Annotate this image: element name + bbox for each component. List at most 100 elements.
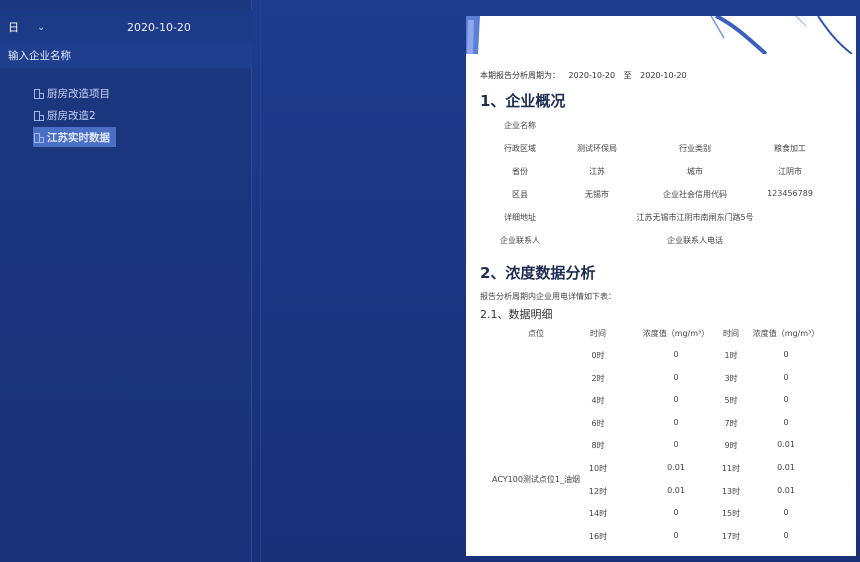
industry-value: 粮食加工 [774,144,806,153]
value-cell: 0 [673,508,679,518]
table-row: 0时 0 1时 0 [466,346,856,369]
building-icon [33,110,44,121]
report-period-line: 本期报告分析周期为： 2020-10-20 至 2020-10-20 [480,70,693,81]
time-cell: 17时 [721,531,741,541]
admin-area-label: 行政区域 [504,144,536,153]
tree-item-label: 江苏实时数据 [47,131,110,144]
county-label: 区县 [512,190,528,199]
table-row: 6时 0 7时 0 [466,414,856,437]
date-picker-row: 日 ⌄ 2020-10-20 [0,10,252,44]
value-cell: 0 [673,372,679,382]
header-time-2: 时间 [723,329,739,338]
value-cell: 0 [673,417,679,427]
tree-item-label: 厨房改造项目 [47,87,110,100]
overview-row: 详细地址 江苏无锡市江阴市南闸东门路5号 [480,212,842,235]
credit-code-value: 123456789 [767,189,813,198]
value-cell: 0 [783,417,789,427]
company-search-input[interactable] [0,44,252,68]
value-cell: 0.01 [667,485,685,495]
section-2-title: 2、浓度数据分析 [480,264,596,282]
subsection-title: 2.1、数据明细 [480,308,553,321]
address-label: 详细地址 [504,213,536,222]
city-value: 江阴市 [778,167,802,176]
time-cell: 10时 [588,463,608,473]
table-row: 16时 0 17时 0 [466,527,856,550]
company-tree: 厨房改造项目 厨房改造2 江苏实时数据 [33,83,116,149]
overview-row: 省份 江苏 城市 江阴市 [480,166,842,189]
value-cell: 0.01 [667,462,685,472]
time-cell: 15时 [721,509,741,519]
time-cell: 4时 [591,396,605,406]
time-cell: 0时 [591,351,605,360]
time-cell: 14时 [588,509,608,519]
time-cell: 9时 [724,441,738,451]
period-end: 2020-10-20 [640,71,687,80]
header-time-1: 时间 [590,329,606,338]
tree-item-label: 厨房改造2 [47,109,96,122]
contact-label: 企业联系人 [500,236,540,245]
time-cell: 5时 [724,396,738,406]
report-document: 本期报告分析周期为： 2020-10-20 至 2020-10-20 1、企业概… [466,16,856,556]
company-overview-table: 企业名称 行政区域 测试环保局 行业类别 粮食加工 省份 江苏 城市 江阴市 区… [480,120,842,258]
time-cell: 11时 [721,463,741,473]
table-body: 0时 0 1时 0 2时 0 3时 0 4时 0 5时 0 6时 0 7时 0 8时 0 9时 0.01 10时 0.01… [466,346,856,549]
value-cell: 0 [673,440,679,450]
search-row [0,44,252,68]
value-cell: 0 [673,395,679,405]
value-cell: 0.01 [777,440,795,450]
period-start: 2020-10-20 [568,71,616,80]
period-select-value: 日 [8,21,19,34]
value-cell: 0 [783,395,789,405]
time-cell: 2时 [591,373,605,383]
time-cell: 7时 [724,418,738,428]
header-value-2: 浓度值（mg/m³） [752,329,820,338]
period-select[interactable]: 日 ⌄ [8,19,45,35]
report-banner-image [466,16,856,54]
sidebar: 日 ⌄ 2020-10-20 厨房改造项目 厨房改造2 江苏实时数据 [0,0,252,562]
address-value: 江苏无锡市江阴市南闸东门路5号 [636,213,754,222]
overview-row: 行政区域 测试环保局 行业类别 粮食加工 [480,143,842,166]
date-input[interactable]: 2020-10-20 [127,21,191,34]
time-cell: 8时 [591,441,605,451]
building-icon [33,88,44,99]
tree-item-project-3[interactable]: 江苏实时数据 [33,127,116,147]
city-label: 城市 [687,167,703,176]
table-row: 8时 0 9时 0.01 [466,436,856,459]
table-row: 2时 0 3时 0 [466,369,856,392]
tree-item-project-1[interactable]: 厨房改造项目 [33,83,116,103]
value-cell: 0 [783,530,789,540]
value-cell: 0 [783,508,789,518]
value-cell: 0.01 [777,462,795,472]
admin-area-value: 测试环保局 [577,144,617,153]
value-cell: 0 [673,530,679,540]
period-separator: 至 [623,71,632,80]
time-cell: 12时 [588,486,608,496]
contact-phone-label: 企业联系人电话 [667,236,723,245]
overview-row: 区县 无锡市 企业社会信用代码 123456789 [480,189,842,212]
company-name-label: 企业名称 [504,121,536,130]
tree-item-project-2[interactable]: 厨房改造2 [33,105,116,125]
time-cell: 3时 [724,373,738,383]
section-1-title: 1、企业概况 [480,92,566,110]
panel-divider [260,0,261,562]
credit-code-label: 企业社会信用代码 [663,190,727,199]
time-cell: 1时 [724,351,738,360]
province-value: 江苏 [589,167,605,176]
value-cell: 0.01 [777,485,795,495]
section-2-description: 报告分析周期内企业用电详情如下表： [480,292,616,301]
time-cell: 6时 [591,418,605,428]
time-cell: 16时 [588,531,608,541]
value-cell: 0 [783,372,789,382]
value-cell: 0 [673,350,679,359]
table-header: 点位 时间 浓度值（mg/m³） 时间 浓度值（mg/m³） [466,324,856,346]
concentration-detail-table: 点位 时间 浓度值（mg/m³） 时间 浓度值（mg/m³） 0时 0 1时 0 2时 0… [466,324,856,549]
overview-row: 企业名称 [480,120,842,143]
building-icon [33,132,44,143]
point-name-cell: ACY100测试点位1_油烟 [491,475,581,484]
chevron-down-icon[interactable]: ⌄ [37,22,45,33]
county-value: 无锡市 [585,190,609,199]
industry-label: 行业类别 [679,144,711,153]
table-row: 4时 0 5时 0 [466,391,856,414]
value-cell: 0 [783,350,789,359]
header-value-1: 浓度值（mg/m³） [642,329,710,338]
